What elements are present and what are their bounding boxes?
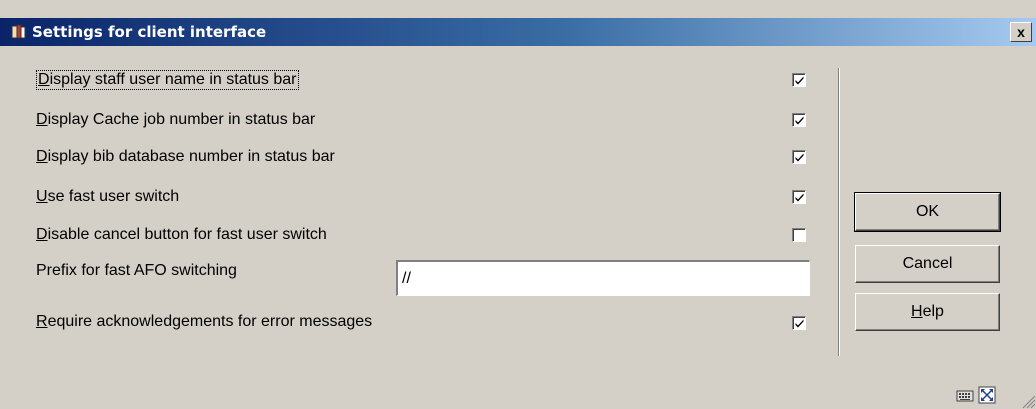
close-button[interactable]: x	[1010, 22, 1032, 42]
app-icon	[10, 23, 28, 41]
option-row-display-staff-user-name[interactable]: Display staff user name in status bar	[36, 68, 299, 92]
checkbox-require-acknowledgements[interactable]	[792, 316, 806, 330]
title-bar[interactable]: Settings for client interface x	[0, 18, 1036, 46]
option-row-disable-cancel-button[interactable]: Disable cancel button for fast user swit…	[36, 223, 327, 247]
option-row-display-cache-job-number[interactable]: Display Cache job number in status bar	[36, 108, 315, 132]
checkbox-display-cache-job-number[interactable]	[792, 113, 806, 127]
settings-dialog: Settings for client interface x Display …	[0, 0, 1036, 409]
ok-button-label: OK	[915, 203, 940, 220]
option-label: Require acknowledgements for error messa…	[36, 313, 373, 330]
prefix-input[interactable]	[396, 260, 810, 296]
option-label: Use fast user switch	[36, 188, 180, 205]
prefix-label: Prefix for fast AFO switching	[36, 262, 237, 279]
option-label: Disable cancel button for fast user swit…	[36, 226, 327, 243]
option-row-display-bib-database-number[interactable]: Display bib database number in status ba…	[36, 145, 335, 169]
checkbox-disable-cancel-button[interactable]	[792, 228, 806, 242]
checkbox-display-bib-database-number[interactable]	[792, 150, 806, 164]
option-label: Display bib database number in status ba…	[36, 148, 335, 165]
checkbox-display-staff-user-name[interactable]	[792, 73, 806, 87]
help-button[interactable]: Help	[855, 293, 1000, 331]
cancel-button-label: Cancel	[902, 255, 953, 272]
vertical-divider	[838, 68, 840, 356]
fullscreen-icon[interactable]	[978, 386, 996, 404]
close-icon: x	[1017, 24, 1025, 40]
status-icons	[956, 386, 996, 404]
checkbox-use-fast-user-switch[interactable]	[792, 190, 806, 204]
option-row-use-fast-user-switch[interactable]: Use fast user switch	[36, 185, 179, 209]
keyboard-icon[interactable]	[956, 386, 974, 404]
resize-grip[interactable]	[1022, 395, 1036, 409]
ok-button[interactable]: OK	[854, 192, 1001, 232]
option-row-require-acknowledgements[interactable]: Require acknowledgements for error messa…	[36, 310, 372, 334]
window-title: Settings for client interface	[32, 23, 267, 41]
option-label: Display staff user name in status bar	[36, 70, 299, 90]
help-button-label: Help	[911, 303, 944, 320]
option-label: Display Cache job number in status bar	[36, 111, 316, 128]
cancel-button[interactable]: Cancel	[855, 245, 1000, 283]
